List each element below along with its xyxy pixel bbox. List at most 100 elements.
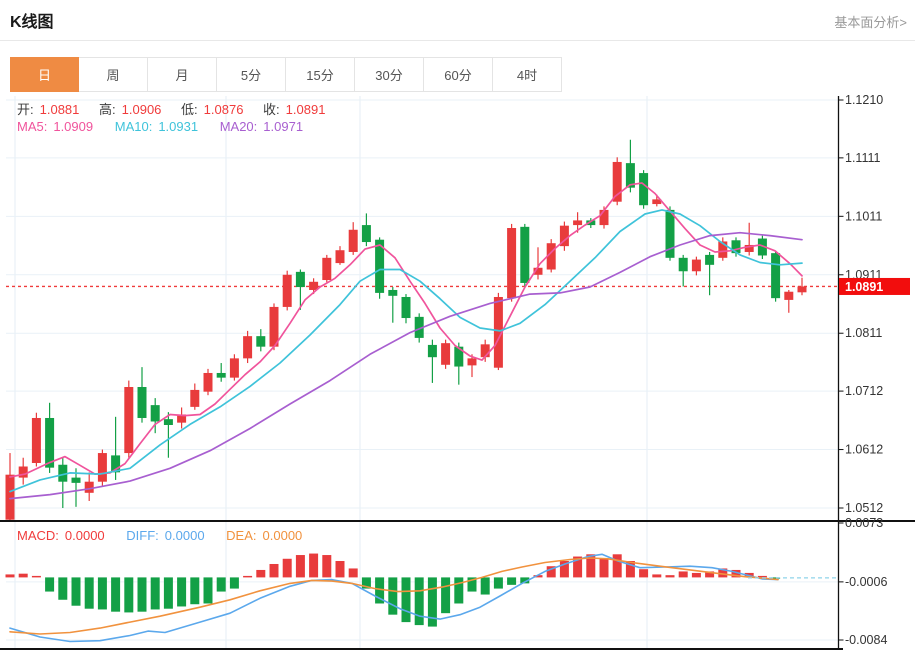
macd-bar [454, 577, 464, 604]
macd-bar [599, 558, 609, 578]
macd-bar [137, 577, 147, 612]
macd-bar [507, 577, 517, 585]
y-axis-label: -0.0006 [845, 575, 887, 589]
y-axis-label: 1.1210 [845, 93, 883, 107]
candle-body [705, 254, 715, 265]
candle-body [256, 336, 266, 347]
candle-body [797, 286, 807, 293]
candle-body [243, 336, 253, 359]
macd-bar [31, 575, 41, 578]
candle-body [97, 453, 107, 482]
candle-body [348, 229, 358, 252]
macd-bar [401, 577, 411, 623]
page-title: K线图 [10, 14, 54, 31]
candle-body [137, 387, 147, 418]
macd-bar [256, 569, 266, 578]
tab-周[interactable]: 周 [79, 57, 148, 92]
macd-bar [97, 577, 107, 610]
y-axis-label: 1.0612 [845, 443, 883, 457]
macd-bar [111, 577, 121, 612]
macd-bar [269, 563, 279, 578]
candle-body [71, 477, 81, 483]
candle-body [427, 344, 437, 358]
macd-bar [348, 568, 358, 578]
tab-60分[interactable]: 60分 [424, 57, 493, 92]
macd-bar [177, 577, 187, 607]
candle-body [388, 289, 398, 296]
macd-bar [493, 577, 503, 589]
tab-月[interactable]: 月 [148, 57, 217, 92]
candle-body [401, 296, 411, 319]
y-axis-label: 1.0512 [845, 501, 883, 515]
macd-bar [84, 577, 94, 609]
candle-body [784, 291, 794, 300]
macd-bar [18, 573, 28, 578]
period-tabbar: 日周月 5分 15分 30分 60分 4时 [10, 57, 562, 92]
macd-bar [665, 575, 675, 578]
candle-body [282, 274, 292, 307]
last-price-tag-text: 1.0891 [845, 280, 883, 294]
macd-bar [216, 577, 226, 592]
candle-body [269, 306, 279, 347]
macd-bar [691, 572, 701, 578]
candle-body [124, 387, 134, 454]
macd-bar [150, 577, 160, 610]
tab-4时[interactable]: 4时 [493, 57, 562, 92]
y-axis-label: 1.1111 [845, 151, 880, 165]
macd-bar [5, 574, 15, 578]
header-divider [0, 40, 915, 41]
candle-body [507, 228, 517, 299]
macd-bar [229, 577, 239, 589]
tab-15分[interactable]: 15分 [286, 57, 355, 92]
candle-body [295, 271, 305, 288]
candle-body [771, 253, 781, 299]
macd-bar [282, 558, 292, 578]
candle-body [441, 343, 451, 365]
y-axis-label: 1.1011 [845, 209, 882, 223]
candle-body [163, 419, 173, 425]
macd-bar [612, 554, 622, 578]
kline-chart-svg[interactable]: 1.12101.11111.10111.09111.08111.07121.06… [0, 90, 915, 653]
kline-chart-area[interactable]: 1.1210 1.1111 1.1011 1.0911 1.0811 1.0712 1.06… [0, 90, 915, 653]
y-axis-label: -0.0084 [845, 633, 887, 647]
candle-body [520, 226, 530, 283]
macd-bar [322, 555, 332, 578]
candle-body [691, 259, 701, 272]
candle-body [45, 417, 55, 468]
candle-body [84, 481, 94, 493]
tab-5分[interactable]: 5分 [217, 57, 286, 92]
candle-body [229, 358, 239, 378]
candle-body [31, 417, 41, 463]
macd-bar [309, 553, 319, 578]
candle-body [5, 474, 15, 520]
y-axis-label: 1.0811 [845, 326, 882, 340]
macd-bar [243, 575, 253, 578]
candle-body [335, 250, 345, 264]
macd-bar [678, 571, 688, 578]
candle-body [599, 209, 609, 226]
macd-bar [124, 577, 134, 613]
candle-body [322, 257, 332, 281]
candle-body [467, 358, 477, 366]
kline-page: { "page": { "title": "K线图", "link": "基本面… [0, 0, 915, 653]
candle-body [150, 405, 160, 422]
candle-body [190, 389, 200, 407]
y-axis-label: 1.0712 [845, 384, 883, 398]
candle-body [203, 372, 213, 392]
macd-bar [639, 569, 649, 578]
macd-bar [414, 577, 424, 626]
macd-bar [45, 577, 55, 592]
macd-bar [295, 555, 305, 578]
macd-bar [163, 577, 173, 609]
macd-bar [190, 577, 200, 605]
tab-30分[interactable]: 30分 [355, 57, 424, 92]
macd-bar [71, 577, 81, 606]
macd-bar [335, 561, 345, 578]
candle-body [573, 220, 583, 226]
fundamental-analysis-link[interactable]: 基本面分析> [834, 12, 907, 31]
macd-bar [441, 577, 451, 614]
candle-body [216, 372, 226, 378]
tab-日[interactable]: 日 [10, 57, 79, 92]
macd-bar [58, 577, 68, 600]
macd-bar [203, 577, 213, 604]
